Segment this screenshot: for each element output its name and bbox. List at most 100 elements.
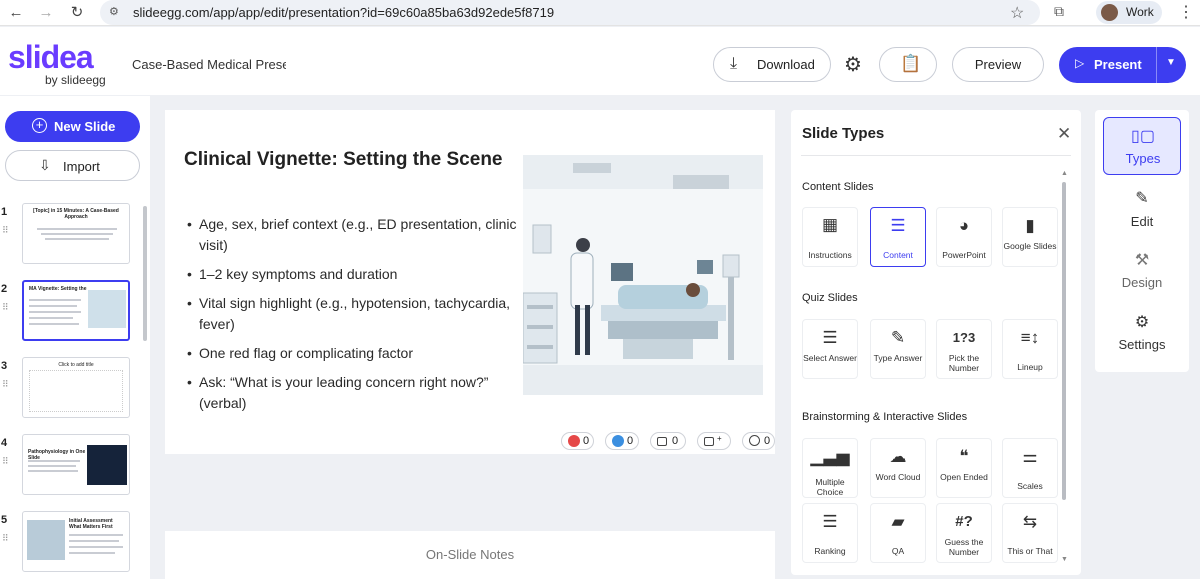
back-icon[interactable]: ← (6, 3, 26, 23)
import-button[interactable]: ⇩ Import (5, 150, 140, 181)
slide-thumbnail-2[interactable]: MA Vignette: Setting the (22, 280, 130, 341)
ranking-icon: ☰ (822, 512, 838, 531)
paint-roller-icon: ⚒ (1134, 252, 1150, 269)
scroll-down-icon[interactable]: ▼ (1061, 556, 1068, 563)
slide-thumbnail-3[interactable]: Click to add title (22, 357, 130, 418)
rail-types[interactable]: ▯▢ Types (1103, 117, 1181, 175)
download-icon: ⤓ (730, 55, 738, 72)
chevron-down-icon[interactable]: ▼ (1166, 57, 1176, 68)
present-button[interactable]: ▷ Present ▼ (1059, 47, 1186, 83)
close-icon[interactable]: ✕ (1057, 124, 1071, 144)
slide-canvas[interactable]: Clinical Vignette: Setting the Scene Age… (165, 110, 775, 454)
hospital-illustration[interactable] (523, 155, 763, 395)
bookmark-star-icon[interactable]: ☆ (1010, 3, 1024, 23)
site-info-icon[interactable]: ⚙ (109, 5, 125, 19)
slide-bullet-list[interactable]: Age, sex, brief context (e.g., ED presen… (187, 214, 517, 422)
tile-scales[interactable]: ⚌ Scales (1002, 438, 1058, 498)
tile-label: Select Answer (803, 353, 857, 363)
tile-type-answer[interactable]: ✎ Type Answer (870, 319, 926, 379)
browser-menu-icon[interactable]: ⋮ (1178, 2, 1194, 22)
slide-thumbnail-4[interactable]: Pathophysiology in One Slide (22, 434, 130, 495)
tile-ranking[interactable]: ☰ Ranking (802, 503, 858, 563)
heart-icon (568, 435, 580, 447)
drag-handle-icon[interactable]: ⠿ (2, 379, 9, 390)
rail-settings[interactable]: ⚙ Settings (1103, 304, 1181, 362)
present-divider (1156, 47, 1157, 83)
bullet-item[interactable]: Age, sex, brief context (e.g., ED presen… (187, 214, 517, 256)
present-label: Present (1094, 57, 1142, 72)
tile-label: This or That (1007, 546, 1053, 556)
rail-label: Design (1121, 275, 1163, 290)
slide-title[interactable]: Clinical Vignette: Setting the Scene (184, 145, 504, 174)
thumbnail-line (37, 228, 117, 230)
tile-content[interactable]: ☰ Content (870, 207, 926, 267)
reaction-like[interactable]: 0 (605, 432, 639, 450)
thumbnail-number: 5 (1, 514, 8, 526)
rail-design[interactable]: ⚒ Design (1103, 242, 1181, 300)
download-label: Download (757, 57, 815, 72)
tile-qa[interactable]: ▰ QA (870, 503, 926, 563)
new-slide-button[interactable]: + New Slide (5, 111, 140, 142)
scroll-up-icon[interactable]: ▲ (1061, 170, 1068, 177)
tile-guess-the-number[interactable]: #? Guess the Number (936, 503, 992, 563)
tile-this-or-that[interactable]: ⇆ This or That (1002, 503, 1058, 563)
reaction-comments[interactable]: 0 (650, 432, 686, 450)
tile-pick-the-number[interactable]: 1?3 Pick the Number (936, 319, 992, 379)
drag-handle-icon[interactable]: ⠿ (2, 456, 9, 467)
address-bar[interactable]: ⚙ slideegg.com/app/app/edit/presentation… (100, 0, 1040, 25)
bullet-item[interactable]: Vital sign highlight (e.g., hypotension,… (187, 293, 517, 335)
tile-label: Instructions (808, 250, 852, 260)
tile-label: Pick the Number (948, 353, 980, 373)
tile-label: Lineup (1017, 362, 1043, 372)
profile-chip[interactable]: Work (1096, 1, 1162, 24)
section-label: Quiz Slides (802, 292, 858, 304)
tile-open-ended[interactable]: ❝ Open Ended (936, 438, 992, 498)
drag-handle-icon[interactable]: ⠿ (2, 225, 9, 236)
reload-icon[interactable]: ↻ (67, 3, 87, 23)
thumbnail-title: [Topic] in 15 Minutes: A Case-Based Appr… (33, 208, 119, 220)
on-slide-notes[interactable]: On-Slide Notes (165, 531, 775, 579)
app-header: slidea by slideegg Case-Based Medical Pr… (0, 27, 1200, 95)
sidebar-scrollbar[interactable] (143, 206, 147, 341)
tile-google-slides[interactable]: ▮ Google Slides (1002, 207, 1058, 267)
thumbnail-title: Initial Assessment What Matters First (69, 518, 113, 530)
bullet-item[interactable]: Ask: “What is your leading concern right… (187, 372, 517, 414)
settings-gear-icon[interactable]: ⚙ (844, 52, 862, 77)
drag-handle-icon[interactable]: ⠿ (2, 302, 9, 313)
notes-label: On-Slide Notes (425, 547, 515, 562)
tile-label: Multiple Choice (815, 477, 845, 497)
tile-word-cloud[interactable]: ☁ Word Cloud (870, 438, 926, 498)
reaction-add[interactable]: + (697, 432, 731, 450)
play-icon: ▷ (1075, 56, 1085, 70)
tile-lineup[interactable]: ≡↕ Lineup (1002, 319, 1058, 379)
tile-multiple-choice[interactable]: ▁▃▅ Multiple Choice (802, 438, 858, 498)
viewer-icon (749, 435, 760, 446)
slide-thumbnail-1[interactable]: [Topic] in 15 Minutes: A Case-Based Appr… (22, 203, 130, 264)
drag-handle-icon[interactable]: ⠿ (2, 533, 9, 544)
forward-icon[interactable]: → (36, 3, 56, 23)
slide-sidebar: + New Slide ⇩ Import 1 ⠿ [Topic] in 15 M… (0, 96, 150, 579)
thumbnail-number: 2 (1, 283, 8, 295)
slide-thumbnail-5[interactable]: Initial Assessment What Matters First (22, 511, 130, 572)
tile-label: Open Ended (940, 472, 988, 482)
clipboard-button[interactable]: 📋 (879, 47, 937, 82)
reaction-heart[interactable]: 0 (561, 432, 594, 450)
tile-select-answer[interactable]: ☰ Select Answer (802, 319, 858, 379)
rail-edit[interactable]: ✎ Edit (1103, 180, 1181, 238)
bullet-item[interactable]: One red flag or complicating factor (187, 343, 517, 364)
qr-code-icon: ▦ (821, 215, 839, 234)
download-button[interactable]: ⤓ Download (713, 47, 831, 82)
reaction-viewers[interactable]: 0 (742, 432, 775, 450)
extensions-icon[interactable]: ⧉ (1054, 3, 1064, 20)
number-icon: 1?3 (952, 330, 976, 345)
reaction-count: 0 (672, 435, 679, 447)
clipboard-icon: 📋 (900, 54, 922, 73)
panel-scrollbar[interactable] (1062, 182, 1066, 500)
url-text[interactable]: slideegg.com/app/app/edit/presentation?i… (133, 5, 554, 20)
tile-instructions[interactable]: ▦ Instructions (802, 207, 858, 267)
bullet-item[interactable]: 1–2 key symptoms and duration (187, 264, 517, 285)
slidea-logo[interactable]: slidea (8, 39, 94, 76)
presentation-title[interactable]: Case-Based Medical Prese (132, 57, 286, 72)
preview-button[interactable]: Preview (952, 47, 1044, 82)
tile-powerpoint[interactable]: ◕ PowerPoint (936, 207, 992, 267)
